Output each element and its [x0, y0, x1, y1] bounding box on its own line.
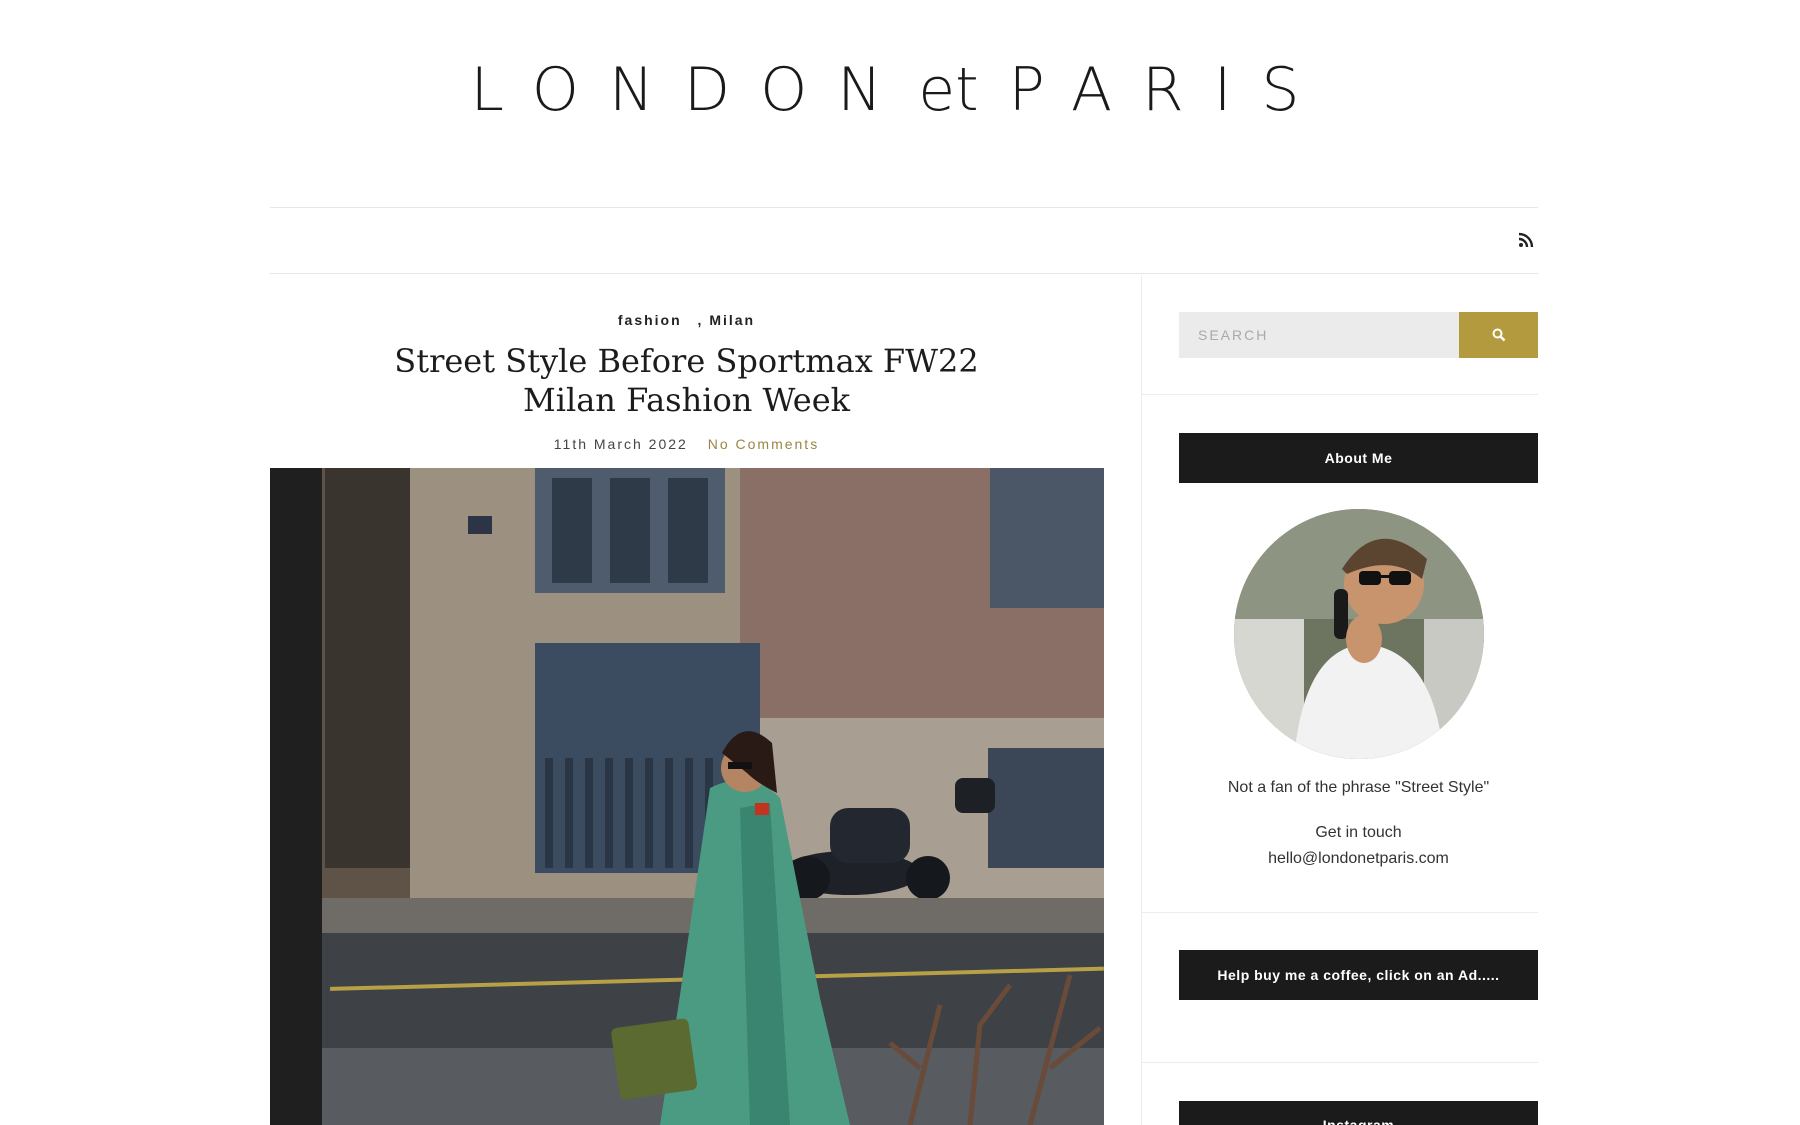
category-fashion-link[interactable]: fashion: [618, 312, 682, 328]
instagram-widget-title: Instagram: [1179, 1101, 1538, 1125]
about-tagline: Not a fan of the phrase "Street Style": [1227, 779, 1490, 796]
post-categories: fashion , Milan: [270, 312, 1103, 328]
post-date: 11th March 2022: [553, 436, 688, 452]
sidebar-divider: [1141, 912, 1538, 913]
search-form: [1179, 312, 1538, 358]
category-milan-link[interactable]: , Milan: [698, 312, 756, 328]
logo-et: et: [918, 55, 979, 125]
comments-link[interactable]: No Comments: [708, 436, 819, 452]
post-meta: 11th March 2022 No Comments: [270, 436, 1103, 452]
search-icon: [1492, 328, 1505, 342]
nav-bottom-divider: [270, 273, 1538, 274]
search-input[interactable]: [1179, 312, 1459, 358]
contact-email-link[interactable]: hello@londonetparis.com: [1179, 850, 1538, 868]
author-photo-image: [1234, 509, 1484, 759]
post-featured-image[interactable]: [270, 468, 1104, 1125]
site-logo[interactable]: LONDON et PARIS: [0, 60, 1800, 120]
logo-london: LONDON: [470, 55, 913, 125]
sidebar-divider: [1141, 394, 1538, 395]
get-in-touch-label: Get in touch: [1315, 824, 1402, 841]
about-widget-title: About Me: [1179, 433, 1538, 483]
header-top-divider: [270, 207, 1538, 208]
sidebar-divider: [1141, 1062, 1538, 1063]
street-photo-image: [270, 468, 1104, 1125]
search-button[interactable]: [1459, 312, 1538, 358]
column-divider: [1141, 275, 1142, 1125]
author-avatar: [1234, 509, 1484, 759]
rss-icon[interactable]: [1518, 232, 1534, 248]
ad-widget-title: Help buy me a coffee, click on an Ad....…: [1179, 950, 1538, 1000]
logo-paris: PARIS: [1008, 55, 1330, 125]
post-title[interactable]: Street Style Before Sportmax FW22 Milan …: [360, 342, 1013, 420]
